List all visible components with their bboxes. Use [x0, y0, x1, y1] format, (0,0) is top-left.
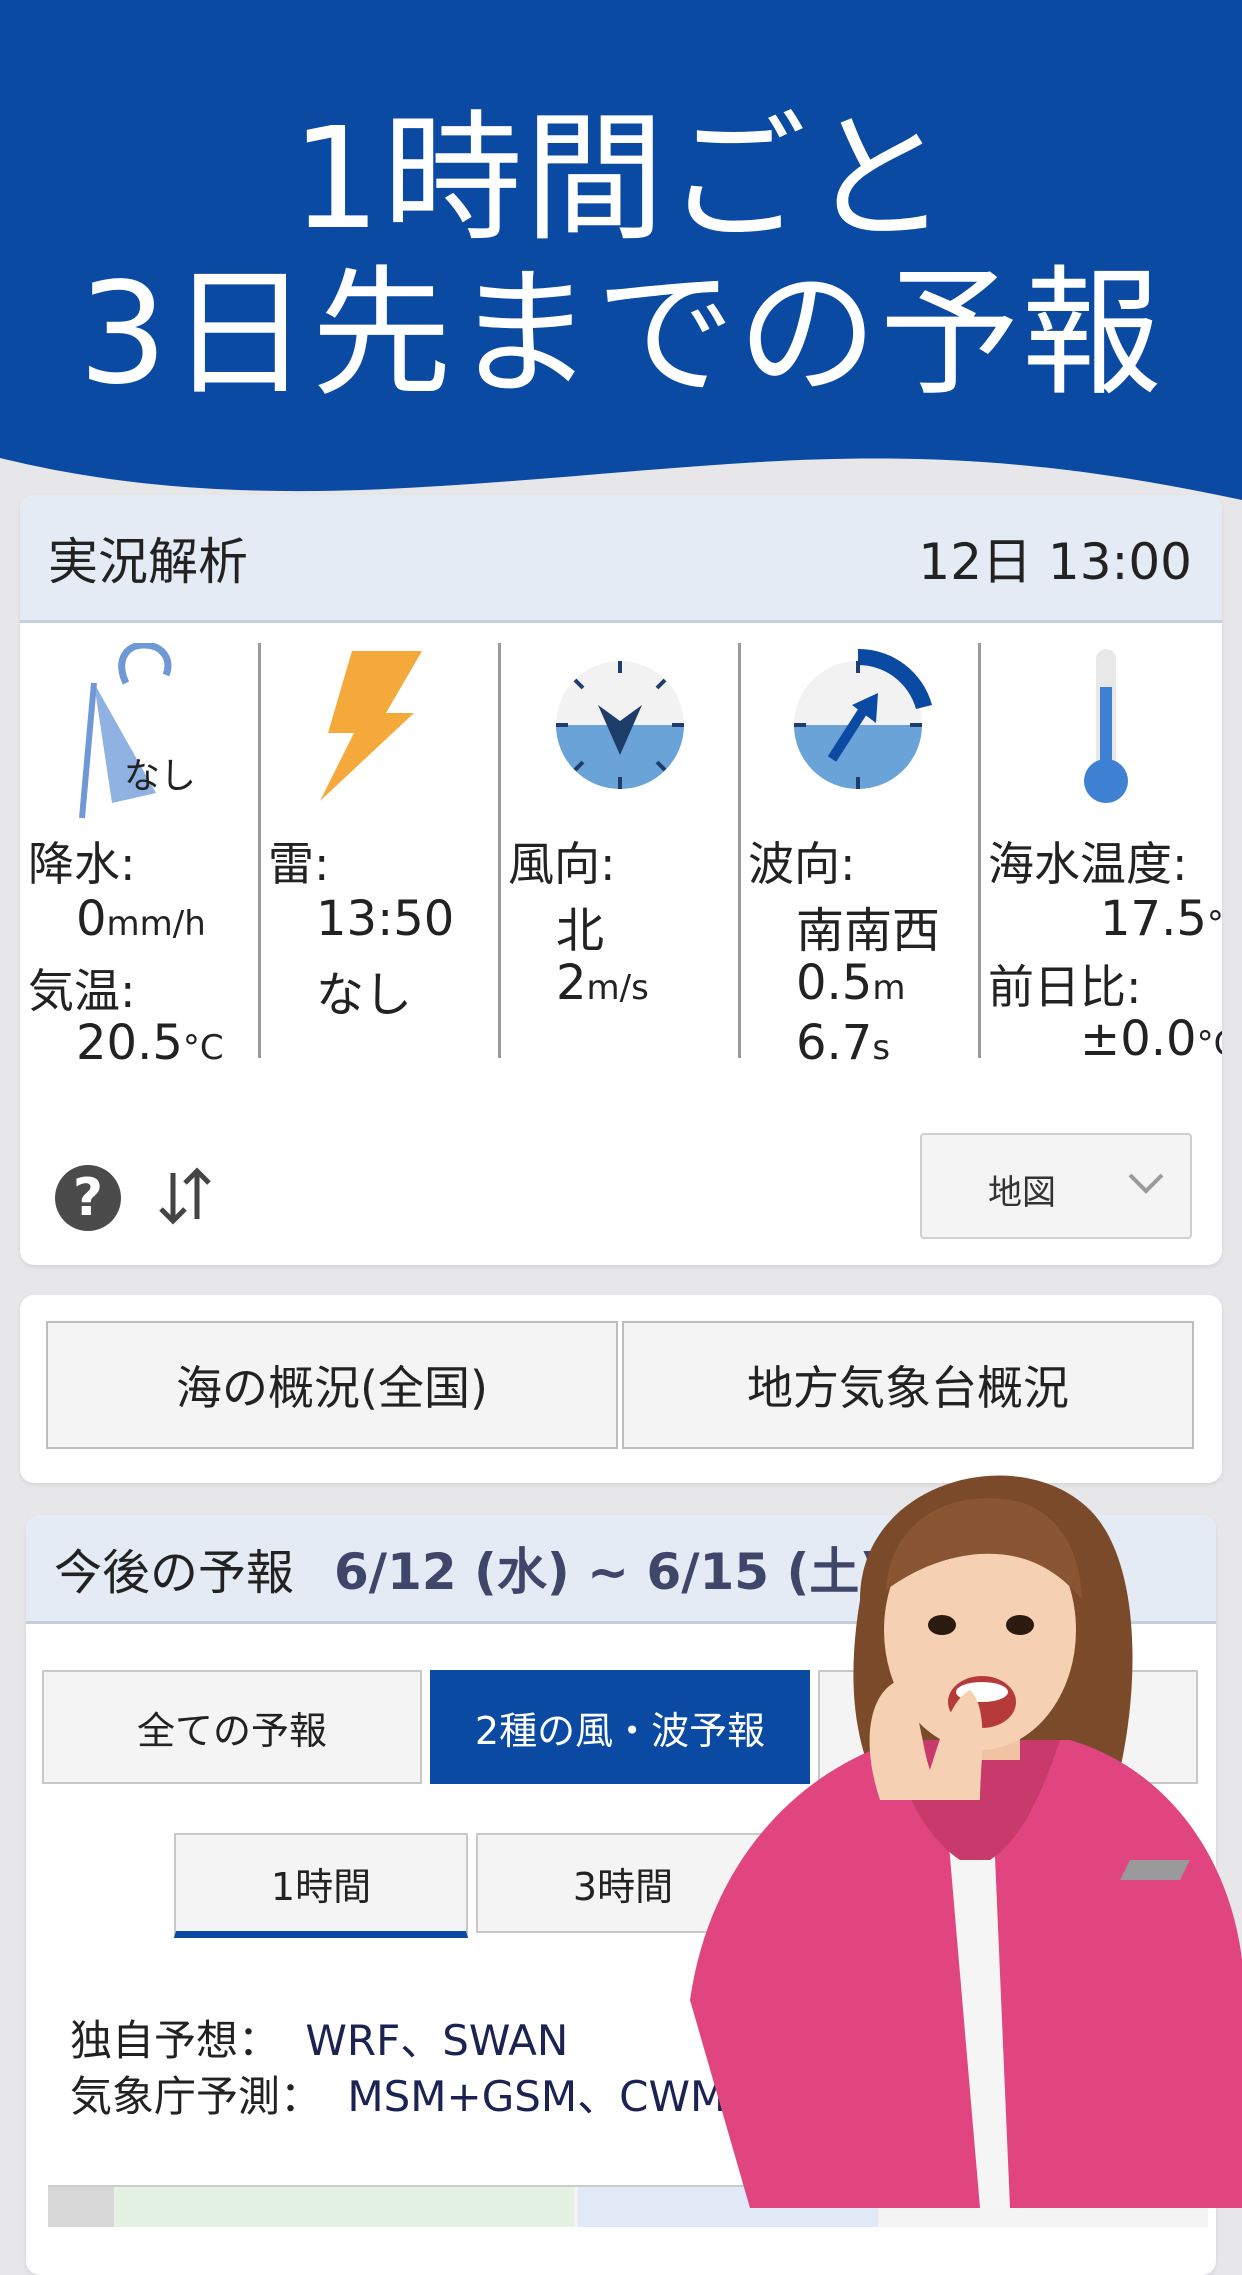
sea-temp-diff-label: 前日比:	[988, 960, 1142, 1014]
table-column-own	[114, 2187, 574, 2227]
map-select-value: 地図	[988, 1173, 1056, 1213]
sea-temp-diff-value: ±0.0	[1080, 1011, 1197, 1067]
banner-headline-line2: 3日先までの予報	[78, 253, 1164, 416]
current-conditions: なし 降水: 0mm/h 気温: 20.5°C 雷: 13:50 なし 風向: …	[20, 643, 1222, 1071]
promo-banner: 1時間ごと 3日先までの予報	[0, 0, 1242, 520]
own-model-line: 独自予想： WRF、SWAN	[70, 2007, 568, 2068]
current-analysis-datetime: 12日 13:00	[918, 532, 1192, 591]
rain-column: なし 降水: 0mm/h 気温: 20.5°C	[20, 643, 260, 1071]
rain-unit: mm/h	[106, 904, 206, 944]
wind-direction: 北	[556, 903, 605, 959]
wave-column: 波向: 南南西 0.5m 6.7s	[740, 643, 980, 1071]
temp-unit: °C	[182, 1028, 224, 1068]
chevron-down-icon	[1128, 1173, 1164, 1194]
temp-label: 気温:	[28, 964, 136, 1018]
thermometer-icon	[1084, 649, 1128, 803]
local-observatory-overview-button[interactable]: 地方気象台概況	[622, 1321, 1194, 1449]
wind-column: 風向: 北 2m/s	[500, 643, 740, 1063]
lightning-icon	[320, 651, 422, 801]
sea-temp-value: 17.5	[1100, 891, 1207, 947]
rain-label: 降水:	[28, 837, 136, 891]
wave-period: 6.7	[796, 1015, 873, 1071]
help-icon[interactable]: ?	[55, 1165, 121, 1231]
rain-value: 0	[76, 891, 107, 947]
presenter-photo	[690, 1475, 1242, 2208]
wave-height: 0.5	[796, 955, 873, 1011]
wind-label: 風向:	[508, 837, 616, 891]
sea-temp-diff-line: ±0.0°C	[1080, 1011, 1222, 1067]
jma-model-line: 気象庁予測： MSM+GSM、CWM	[70, 2063, 726, 2124]
current-analysis-card: 実況解析 12日 13:00 なし 降水: 0mm/h 気温: 20.5°C 雷…	[20, 495, 1222, 1265]
wind-unit: m/s	[586, 968, 649, 1008]
current-analysis-title: 実況解析	[48, 532, 248, 591]
wind-compass-icon	[556, 661, 684, 789]
wind-speed-line: 2m/s	[556, 955, 649, 1011]
sea-temp-unit: °C	[1206, 904, 1222, 944]
sea-temp-label: 海水温度:	[988, 837, 1188, 891]
thunder-label: 雷:	[268, 837, 330, 891]
temp-value-line: 20.5°C	[76, 1015, 224, 1071]
own-model-label: 独自予想：	[70, 2016, 281, 2065]
jma-model-label: 気象庁予測：	[70, 2072, 323, 2121]
wave-label: 波向:	[748, 837, 856, 891]
table-corner-cell	[48, 2187, 114, 2227]
subtab-1-hour[interactable]: 1時間	[174, 1833, 468, 1938]
map-select-dropdown[interactable]: 地図	[920, 1133, 1192, 1239]
temp-value: 20.5	[76, 1015, 183, 1071]
wave-compass-icon	[794, 648, 932, 789]
rain-badge: なし	[124, 756, 197, 797]
wave-height-unit: m	[872, 968, 906, 1008]
own-model-value: WRF、SWAN	[305, 2016, 569, 2065]
rain-value-line: 0mm/h	[76, 891, 206, 947]
sea-temp-diff-unit: °C	[1196, 1024, 1222, 1064]
jma-model-value: MSM+GSM、CWM	[347, 2072, 727, 2121]
current-analysis-header: 実況解析 12日 13:00	[20, 495, 1222, 623]
national-overview-button[interactable]: 海の概況(全国)	[46, 1321, 618, 1449]
wave-direction: 南南西	[796, 903, 941, 959]
sea-temp-column: 海水温度: 17.5°C 前日比: ±0.0°C	[980, 643, 1222, 1067]
wave-period-unit: s	[872, 1028, 891, 1068]
forecast-title: 今後の予報	[54, 1545, 295, 1601]
swap-sort-icon[interactable]	[155, 1163, 215, 1229]
thunder-time: 13:50	[316, 891, 455, 947]
banner-headline-line1: 1時間ごと	[291, 98, 951, 261]
thunder-status: なし	[316, 967, 413, 1023]
sea-temp-value-line: 17.5°C	[1100, 891, 1222, 947]
tab-all-forecasts[interactable]: 全ての予報	[42, 1670, 422, 1784]
wave-period-line: 6.7s	[796, 1015, 890, 1071]
thunder-column: 雷: 13:50 なし	[260, 643, 500, 1063]
wave-height-line: 0.5m	[796, 955, 905, 1011]
wind-speed: 2	[556, 955, 587, 1011]
